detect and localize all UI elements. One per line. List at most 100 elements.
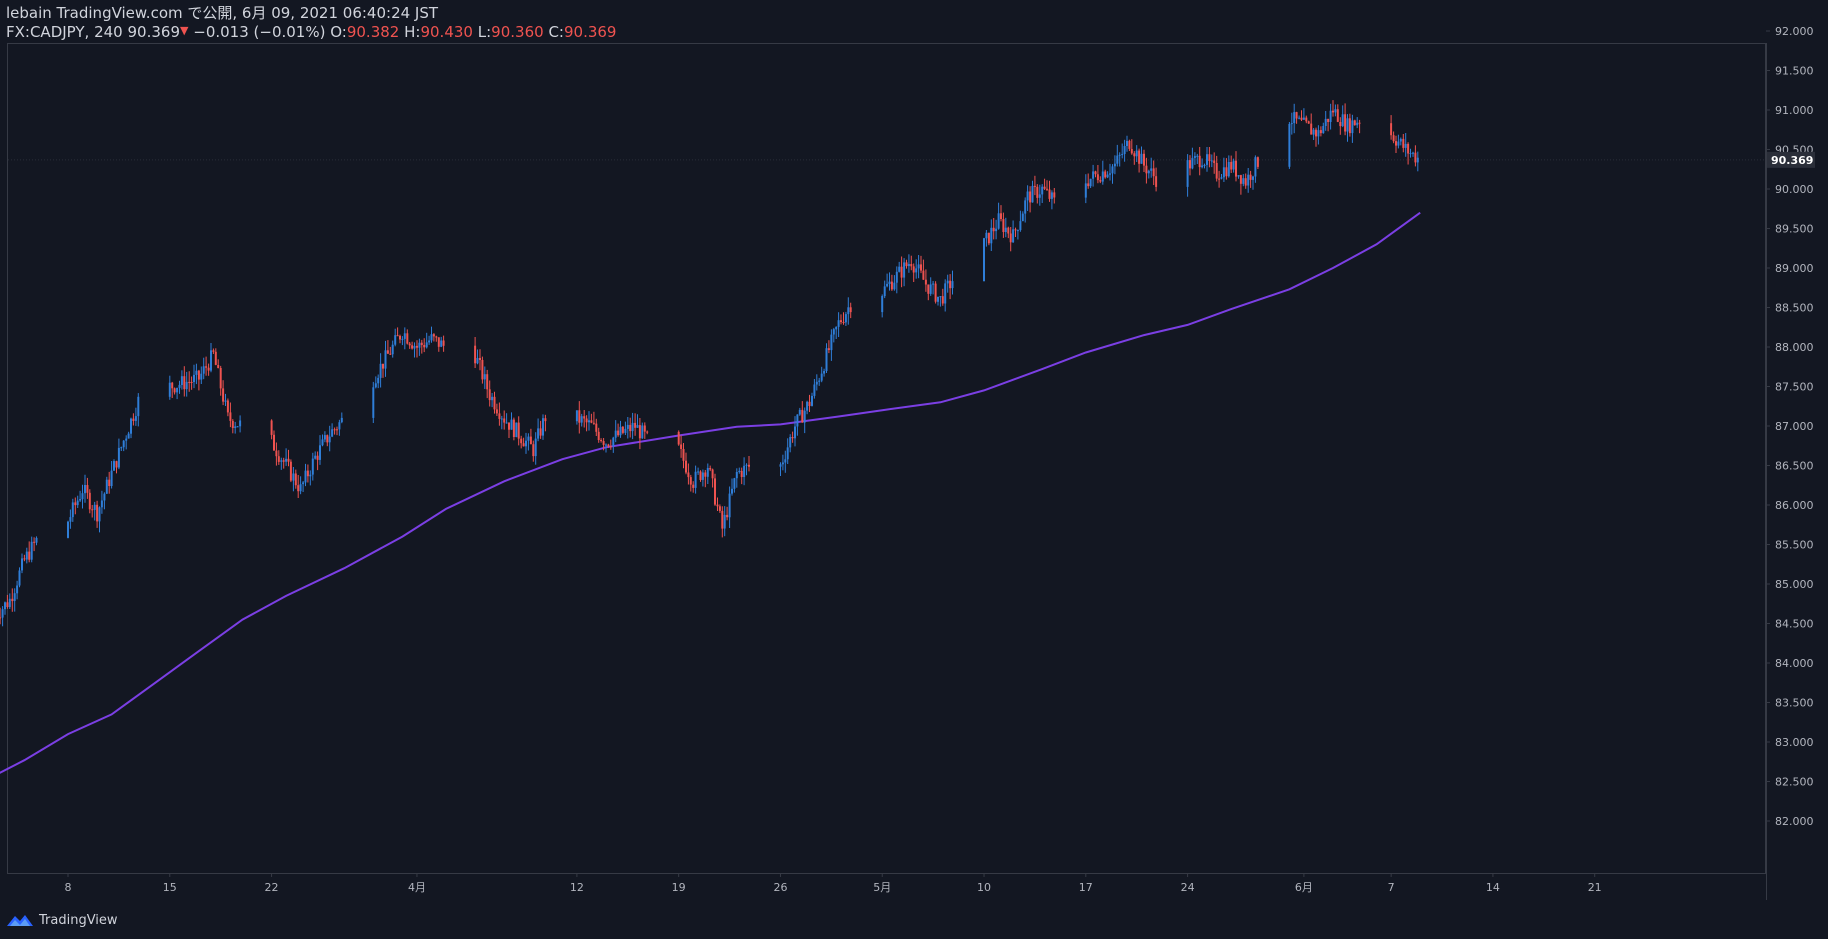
candle-body xyxy=(1353,120,1356,126)
candle-body xyxy=(35,537,38,543)
candle-body xyxy=(1096,174,1099,181)
candle-body xyxy=(311,458,314,475)
candle-body xyxy=(597,431,600,440)
candle-body xyxy=(1310,123,1313,135)
candle-body xyxy=(694,471,697,488)
candle-body xyxy=(517,422,520,439)
candle-body xyxy=(406,333,409,344)
candle-body xyxy=(532,444,535,457)
candle-body xyxy=(1235,160,1237,177)
candle-body xyxy=(1186,160,1189,187)
candle-body xyxy=(818,380,821,382)
candle-body xyxy=(1293,112,1296,124)
candle-body xyxy=(784,459,787,463)
candle-body xyxy=(132,418,135,421)
candle-body xyxy=(1409,153,1412,155)
candle-body xyxy=(1019,221,1022,231)
candle-body xyxy=(1341,114,1344,127)
candle-body xyxy=(1237,175,1240,177)
candle-body xyxy=(1191,157,1194,169)
candle-body xyxy=(789,437,792,448)
candle-body xyxy=(827,348,830,350)
price-tick-label: 90.000 xyxy=(1775,183,1814,196)
candle-body xyxy=(1043,186,1046,189)
price-tick-label: 82.500 xyxy=(1775,776,1814,789)
candle-body xyxy=(699,471,702,480)
candle-body xyxy=(709,468,712,470)
price-tick-label: 87.500 xyxy=(1775,381,1814,394)
candle-body xyxy=(326,435,329,443)
candle-body xyxy=(1348,118,1351,134)
candle-body xyxy=(815,381,818,385)
candle-body xyxy=(1000,213,1002,219)
candle-body xyxy=(183,376,186,390)
candle-body xyxy=(416,345,418,348)
candle-body xyxy=(440,340,443,347)
candle-body xyxy=(8,598,11,608)
candle-body xyxy=(646,431,649,433)
candle-body xyxy=(905,262,908,267)
candle-body xyxy=(130,418,132,434)
candles-layer xyxy=(0,100,1419,627)
time-axis[interactable]: 8 15 22 4月 12 19 26 5月 10 17 24 6月 7 14 21 xyxy=(65,873,1602,894)
candle-body xyxy=(786,447,789,460)
candle-body xyxy=(794,426,796,439)
candle-body xyxy=(197,370,200,380)
price-chart[interactable]: 82.000 82.500 83.000 83.500 84.000 84.500 85.0… xyxy=(0,0,1828,939)
candle-body xyxy=(825,348,828,371)
candle-body xyxy=(93,504,96,510)
time-tick-label: 14 xyxy=(1486,881,1500,894)
candle-body xyxy=(1109,173,1111,175)
candle-body xyxy=(624,428,627,433)
candle-body xyxy=(907,264,910,267)
candle-body xyxy=(108,479,111,486)
candle-body xyxy=(881,296,884,313)
candle-body xyxy=(1295,112,1298,119)
candle-body xyxy=(1254,157,1257,177)
candle-body xyxy=(641,425,644,439)
candle-body xyxy=(306,470,309,477)
candle-body xyxy=(1329,110,1332,122)
candle-body xyxy=(1138,150,1141,164)
candle-body xyxy=(1399,138,1402,142)
candle-body xyxy=(205,366,208,368)
candle-body xyxy=(21,558,23,571)
price-axis[interactable]: 82.000 82.500 83.000 83.500 84.000 84.500 85.0… xyxy=(1766,25,1814,828)
candle-body xyxy=(915,268,918,273)
candle-body xyxy=(820,373,823,381)
candle-body xyxy=(408,343,411,346)
candle-body xyxy=(76,500,79,506)
candle-body xyxy=(512,419,515,437)
candle-body xyxy=(1213,160,1216,163)
candle-body xyxy=(491,396,494,401)
candle-body xyxy=(1208,154,1211,161)
candle-body xyxy=(1404,143,1407,148)
candle-body xyxy=(614,430,617,438)
candle-body xyxy=(437,337,440,347)
candle-body xyxy=(1407,143,1410,154)
candle-body xyxy=(16,585,19,594)
candle-body xyxy=(575,410,578,422)
candle-body xyxy=(1099,180,1102,182)
candle-body xyxy=(1009,233,1012,243)
candle-body xyxy=(1232,160,1235,170)
candle-body xyxy=(1307,121,1310,124)
candle-body xyxy=(435,336,438,338)
candle-body xyxy=(697,471,700,473)
candle-body xyxy=(428,340,431,343)
candle-body xyxy=(188,381,191,383)
candle-body xyxy=(621,426,624,433)
candle-body xyxy=(280,460,283,462)
candle-body xyxy=(1206,154,1208,165)
brand-text: TradingView xyxy=(39,912,118,928)
candle-body xyxy=(893,282,896,290)
candle-body xyxy=(498,413,501,419)
candle-body xyxy=(590,420,593,423)
candle-body xyxy=(842,322,845,323)
candle-body xyxy=(527,436,530,441)
candle-body xyxy=(13,593,16,601)
price-tick-label: 85.500 xyxy=(1775,539,1814,552)
candle-body xyxy=(680,444,683,449)
candle-body xyxy=(987,232,990,244)
candle-body xyxy=(992,227,995,232)
